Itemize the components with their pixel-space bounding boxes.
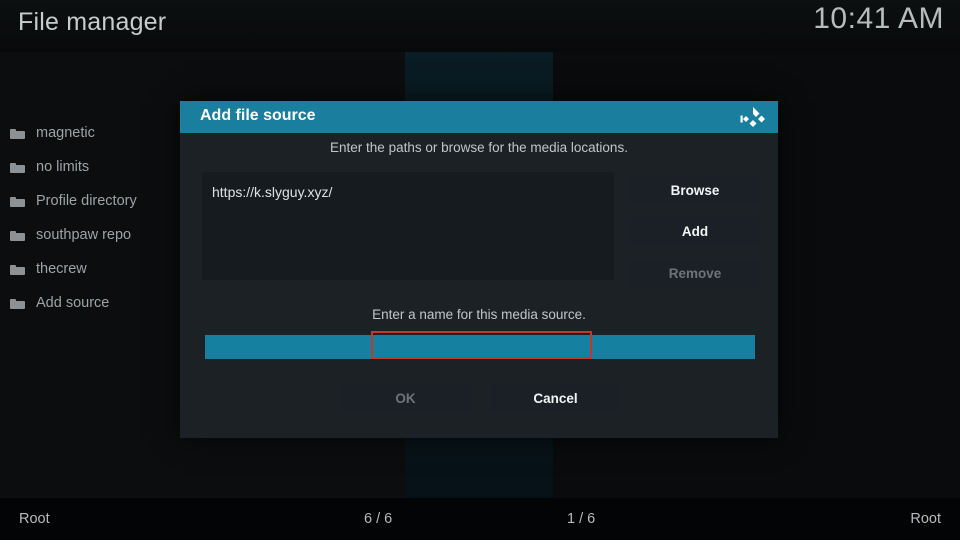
sidebar-item-label: thecrew — [36, 261, 87, 277]
sidebar-item-add-source[interactable]: Add source — [0, 286, 200, 320]
name-instruction: Enter a name for this media source. — [372, 307, 586, 322]
kodi-logo-icon — [740, 105, 766, 129]
paths-instruction: Enter the paths or browse for the media … — [330, 140, 628, 155]
sidebar-item-label: no limits — [36, 159, 90, 175]
folder-icon — [10, 264, 25, 275]
folder-icon — [10, 230, 25, 241]
source-list: magnetic no limits Profile directory sou… — [0, 116, 200, 320]
page-title: File manager — [18, 8, 167, 36]
add-button[interactable]: Add — [630, 217, 760, 246]
folder-icon — [10, 162, 25, 173]
sidebar-item-magnetic[interactable]: magnetic — [0, 116, 200, 150]
sidebar-item-label: magnetic — [36, 125, 95, 141]
dialog-title: Add file source — [200, 107, 316, 124]
browse-button[interactable]: Browse — [630, 176, 760, 205]
folder-icon — [10, 128, 25, 139]
footer-right-path: Root — [910, 511, 941, 527]
clock-label: 10:41 AM — [813, 2, 944, 35]
path-list-box[interactable]: https://k.slyguy.xyz/ — [202, 172, 614, 280]
sidebar-item-label: southpaw repo — [36, 227, 132, 243]
footer-right-count: 1 / 6 — [567, 511, 596, 527]
top-bar: File manager 10:41 AM — [0, 0, 960, 52]
sidebar-item-label: Profile directory — [36, 193, 137, 209]
remove-button[interactable]: Remove — [630, 259, 760, 288]
sidebar-item-profile-directory[interactable]: Profile directory — [0, 184, 200, 218]
add-file-source-dialog: Add file source Enter the paths or brows… — [180, 101, 778, 438]
media-source-name-input[interactable] — [205, 335, 755, 359]
sidebar-item-label: Add source — [36, 295, 110, 311]
ok-button[interactable]: OK — [340, 384, 471, 413]
folder-icon — [10, 196, 25, 207]
footer-left-count: 6 / 6 — [364, 511, 393, 527]
footer-left-path: Root — [19, 511, 50, 527]
dialog-header: Add file source — [180, 101, 778, 133]
sidebar-item-no-limits[interactable]: no limits — [0, 150, 200, 184]
kodi-screen: File manager 10:41 AM magnetic no limits… — [0, 0, 960, 540]
sidebar-item-thecrew[interactable]: thecrew — [0, 252, 200, 286]
sidebar-item-southpaw-repo[interactable]: southpaw repo — [0, 218, 200, 252]
footer-bar: Root 6 / 6 1 / 6 Root — [0, 500, 960, 540]
cancel-button[interactable]: Cancel — [490, 384, 621, 413]
folder-icon — [10, 298, 25, 309]
path-list-item[interactable]: https://k.slyguy.xyz/ — [212, 184, 332, 200]
